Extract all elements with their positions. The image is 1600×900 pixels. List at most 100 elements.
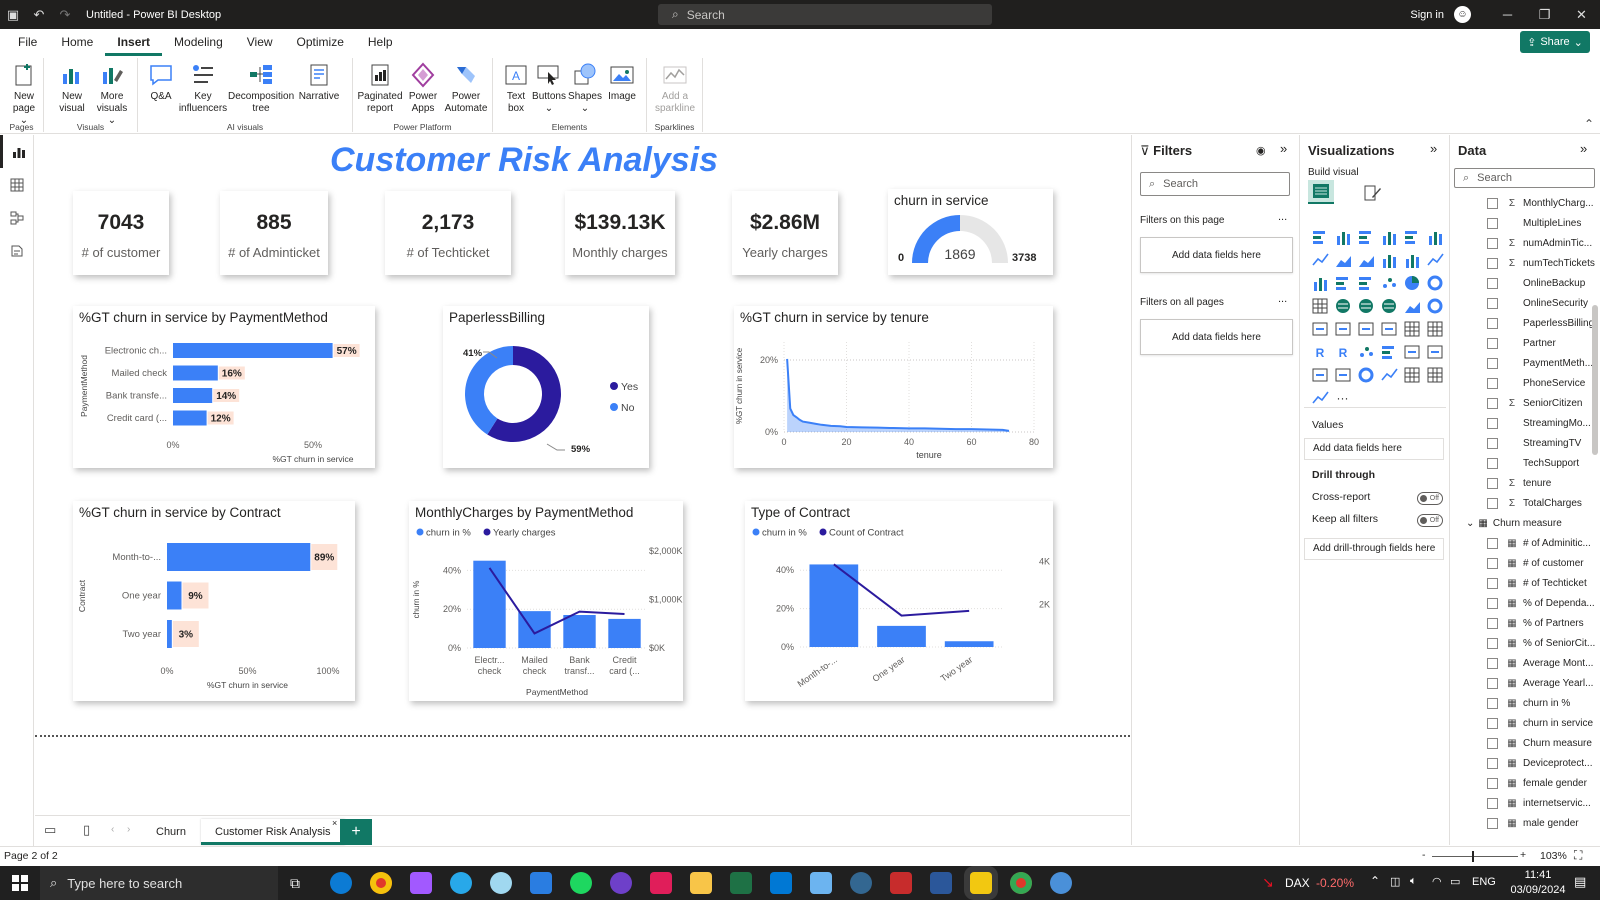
data-field-row[interactable]: OnlineBackup — [1454, 273, 1600, 293]
title-search-box[interactable]: ⌕ Search — [658, 4, 992, 25]
measure-row[interactable]: ▦ Average Mont... — [1454, 653, 1600, 673]
clock-date[interactable]: 03/09/2024 — [1508, 884, 1568, 896]
map-visual-icon[interactable] — [1331, 294, 1354, 317]
measure-row[interactable]: ▦ male gender — [1454, 813, 1600, 833]
image-button[interactable]: Image — [603, 62, 641, 103]
filters-page-drop-well[interactable]: Add data fields here — [1140, 237, 1293, 273]
multi-card-visual-icon[interactable] — [1331, 317, 1354, 340]
power-apps-visual-icon[interactable] — [1354, 363, 1377, 386]
zoom-slider[interactable] — [1432, 851, 1518, 862]
funnel-visual-icon[interactable] — [1331, 271, 1354, 294]
zoom-slider-thumb[interactable] — [1472, 851, 1474, 862]
mail-icon[interactable] — [530, 872, 552, 894]
payment-method-visual[interactable]: %GT churn in service by PaymentMethod El… — [73, 306, 375, 468]
chrome-icon[interactable] — [370, 872, 392, 894]
menu-modeling[interactable]: Modeling — [162, 29, 235, 56]
field-checkbox[interactable] — [1487, 317, 1498, 329]
table-view-icon[interactable] — [0, 168, 34, 201]
data-field-row[interactable]: ΣnumAdminTic... — [1454, 233, 1600, 253]
monthly-charges-visual[interactable]: MonthlyCharges by PaymentMethod 0% 20% 40%… — [409, 501, 683, 701]
mobile-layout-icon[interactable]: ▯ — [83, 822, 90, 838]
power-automate-2-visual-icon[interactable] — [1308, 386, 1331, 409]
narrative-button[interactable]: Narrative — [294, 62, 344, 103]
notifications-icon[interactable]: ▤ — [1574, 874, 1586, 890]
measure-row[interactable]: ▦ churn in service — [1454, 713, 1600, 733]
add-sparkline-button[interactable]: Add a sparkline — [651, 62, 699, 115]
page-tab-customer-risk[interactable]: Customer Risk Analysis — [201, 819, 345, 845]
undo-icon[interactable]: ↶ — [26, 0, 52, 29]
redo-icon[interactable]: ↷ — [52, 0, 78, 29]
new-visual-button[interactable]: New visual — [54, 62, 90, 115]
fit-page-icon[interactable]: ⛶ — [1574, 848, 1582, 863]
field-checkbox[interactable] — [1487, 377, 1498, 389]
measure-row[interactable]: ▦ # of Techticket — [1454, 573, 1600, 593]
narrative-visual-icon[interactable] — [1423, 340, 1446, 363]
waterfall-visual-icon[interactable] — [1308, 271, 1331, 294]
contract-visual[interactable]: %GT churn in service by Contract Month-t… — [73, 501, 355, 701]
qa-button[interactable]: Q&A — [144, 62, 178, 103]
stacked-column-visual-icon[interactable] — [1331, 225, 1354, 248]
field-checkbox[interactable] — [1487, 257, 1498, 269]
power-automate-button[interactable]: Power Automate — [443, 62, 489, 115]
github-icon[interactable] — [610, 872, 632, 894]
menu-insert[interactable]: Insert — [105, 29, 163, 56]
field-checkbox[interactable] — [1487, 217, 1498, 229]
field-checkbox[interactable] — [1487, 777, 1498, 789]
data-field-row[interactable]: PaperlessBilling — [1454, 313, 1600, 333]
kpi-card-yearly-charges[interactable]: $2.86M Yearly charges — [732, 191, 838, 275]
kpi-card-customers[interactable]: 7043 # of customer — [73, 191, 169, 275]
zoom-out-button[interactable]: - — [1422, 849, 1426, 861]
data-search-input[interactable]: ⌕ Search — [1454, 168, 1595, 188]
chevron-up-icon[interactable]: ⌃ — [1370, 874, 1380, 888]
report-view-icon[interactable] — [0, 135, 34, 168]
taskbar-search[interactable]: ⌕ Type here to search — [40, 866, 278, 900]
menu-file[interactable]: File — [6, 29, 49, 56]
save-icon[interactable]: ▣ — [0, 0, 26, 29]
clustered-column-visual-icon[interactable] — [1377, 225, 1400, 248]
measure-row[interactable]: ▦ churn in % — [1454, 693, 1600, 713]
dax-query-view-icon[interactable] — [0, 234, 34, 267]
menu-optimize[interactable]: Optimize — [285, 29, 356, 56]
kpi-visual-icon[interactable] — [1354, 317, 1377, 340]
card-visual-icon[interactable] — [1308, 317, 1331, 340]
share-button[interactable]: ⇪ Share ⌄ — [1520, 31, 1590, 53]
paginated-visual-icon[interactable] — [1331, 363, 1354, 386]
data-field-row[interactable]: StreamingTV — [1454, 433, 1600, 453]
gauge-visual[interactable]: churn in service 1869 0 3738 — [888, 189, 1053, 275]
excel-icon[interactable] — [730, 872, 752, 894]
power-apps-button[interactable]: Power Apps — [403, 62, 443, 115]
100-column-visual-icon[interactable] — [1423, 225, 1446, 248]
app-icon[interactable] — [810, 872, 832, 894]
app-icon[interactable] — [490, 872, 512, 894]
measure-row[interactable]: ▦ internetservic... — [1454, 793, 1600, 813]
field-checkbox[interactable] — [1487, 437, 1498, 449]
data-field-row[interactable]: TechSupport — [1454, 453, 1600, 473]
slicer-visual-icon[interactable] — [1377, 317, 1400, 340]
chevron-down-icon[interactable]: ⌄ — [1466, 518, 1474, 529]
python-visual-visual-icon[interactable]: R — [1331, 340, 1354, 363]
measure-row[interactable]: ▦ # of customer — [1454, 553, 1600, 573]
report-canvas[interactable]: Customer Risk Analysis 7043 # of custome… — [35, 135, 1130, 815]
new-page-button[interactable]: New page ⌄ — [6, 62, 42, 127]
menu-help[interactable]: Help — [356, 29, 405, 56]
r-visual-visual-icon[interactable]: R — [1308, 340, 1331, 363]
sign-in-link[interactable]: Sign in — [1410, 9, 1444, 21]
measure-row[interactable]: ▦ Average Yearl... — [1454, 673, 1600, 693]
pie-visual-icon[interactable] — [1400, 271, 1423, 294]
power-automate-visual-icon[interactable] — [1377, 363, 1400, 386]
data-field-row[interactable]: PhoneService — [1454, 373, 1600, 393]
table-visual-icon[interactable] — [1400, 317, 1423, 340]
field-checkbox[interactable] — [1487, 197, 1498, 209]
key-influencers-button[interactable]: Key influencers — [178, 62, 228, 115]
close-icon[interactable]: ✕ — [1563, 7, 1600, 23]
telegram-icon[interactable] — [450, 872, 472, 894]
data-field-row[interactable]: ΣnumTechTickets — [1454, 253, 1600, 273]
task-view-icon[interactable]: ⧉ — [290, 875, 300, 892]
collapse-icon[interactable]: » — [1430, 141, 1437, 156]
measure-row[interactable]: ▦ % of Dependa... — [1454, 593, 1600, 613]
chevron-left-icon[interactable]: ‹ — [111, 824, 114, 835]
network-icon[interactable]: ◫ — [1390, 875, 1400, 888]
field-checkbox[interactable] — [1487, 357, 1498, 369]
more-a-visual-icon[interactable] — [1400, 363, 1423, 386]
more-b-visual-icon[interactable] — [1423, 363, 1446, 386]
